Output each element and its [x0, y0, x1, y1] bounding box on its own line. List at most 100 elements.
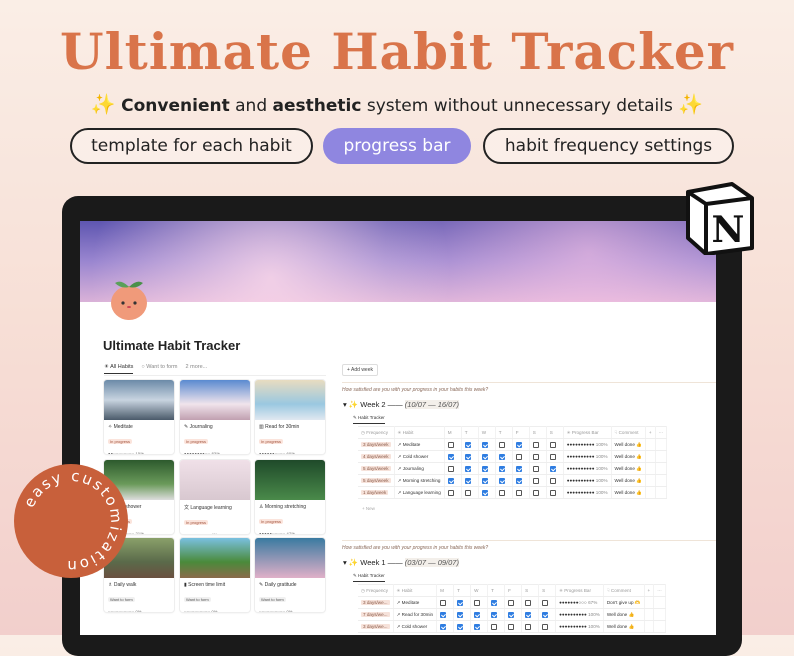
habit-card[interactable]: 文 Language learning In progress ○○○○○○○○○○…: [180, 460, 250, 534]
checkbox[interactable]: [549, 465, 556, 472]
checkbox[interactable]: [515, 477, 522, 484]
checkbox[interactable]: [549, 489, 556, 496]
habit-card[interactable]: ▥ Read for 30min In progress ●●●●●●○○○○ 60…: [255, 380, 325, 454]
checkbox[interactable]: [464, 489, 471, 496]
checkbox[interactable]: [498, 465, 505, 472]
checkbox[interactable]: [549, 441, 556, 448]
tab-habit-tracker[interactable]: ✎ Habit Tracker: [353, 573, 385, 582]
checkbox[interactable]: [532, 453, 539, 460]
habit-card[interactable]: ♙ Morning stretching In progress ●●●●●○○○○…: [255, 460, 325, 534]
frequency-cell[interactable]: 7 days/we...: [358, 608, 394, 621]
habit-cell[interactable]: ↗ Morning stretching: [394, 474, 445, 487]
frequency-cell[interactable]: 4 days/week: [358, 450, 395, 463]
habit-cell[interactable]: ↗ Cold shower: [394, 450, 445, 463]
checkbox[interactable]: [474, 599, 481, 606]
habit-card[interactable]: ✎ Journaling In progress ●●●●●●●●○○ 83%: [180, 380, 250, 454]
checkbox[interactable]: [549, 453, 556, 460]
checkbox[interactable]: [464, 441, 471, 448]
tab-more[interactable]: 2 more...: [186, 364, 208, 374]
habit-cell[interactable]: ↗ Language learning: [394, 486, 445, 499]
checkbox[interactable]: [447, 489, 454, 496]
checkbox[interactable]: [491, 599, 498, 606]
frequency-cell[interactable]: 1 day/week: [358, 486, 395, 499]
frequency-cell[interactable]: 3 days/week: [358, 438, 395, 451]
day-cell: [436, 596, 455, 609]
new-row-button[interactable]: + New: [362, 506, 375, 511]
week-heading[interactable]: ▾ ✨ Week 1 —— (03/07 — 09/07): [343, 558, 459, 567]
checkbox[interactable]: [474, 611, 481, 618]
frequency-cell[interactable]: 5 days/week: [358, 462, 395, 475]
checkbox[interactable]: [447, 441, 454, 448]
habit-cell[interactable]: ↗ Journaling: [394, 462, 445, 475]
checkbox[interactable]: [491, 623, 498, 630]
checkbox[interactable]: [498, 489, 505, 496]
checkbox[interactable]: [457, 623, 464, 630]
empty-cell: [653, 596, 666, 609]
checkbox[interactable]: [498, 441, 505, 448]
checkbox[interactable]: [457, 599, 464, 606]
checkbox[interactable]: [542, 623, 549, 630]
checkbox[interactable]: [498, 453, 505, 460]
checkbox[interactable]: [481, 441, 488, 448]
checkbox[interactable]: [464, 477, 471, 484]
day-column-header: S: [546, 426, 564, 439]
empty-cell: [653, 608, 666, 621]
checkbox[interactable]: [440, 623, 447, 630]
checkbox[interactable]: [481, 465, 488, 472]
checkbox[interactable]: [440, 599, 447, 606]
habit-cell[interactable]: ↗ Meditate: [393, 596, 438, 609]
habit-card[interactable]: ▮ Screen time limit Want to form ○○○○○○○○○…: [180, 538, 250, 612]
week-heading[interactable]: ▾ ✨ Week 2 —— (10/07 — 16/07): [343, 400, 459, 409]
habit-card[interactable]: ✧ Meditate In progress ●●○○○○○○○○ 15%: [104, 380, 174, 454]
checkbox[interactable]: [525, 599, 532, 606]
checkbox[interactable]: [481, 477, 488, 484]
checkbox[interactable]: [515, 465, 522, 472]
habit-card[interactable]: ✎ Daily gratitude Want to form ○○○○○○○○○○ …: [255, 538, 325, 612]
checkbox[interactable]: [464, 465, 471, 472]
checkbox[interactable]: [515, 441, 522, 448]
day-cell: [495, 450, 513, 463]
frequency-cell[interactable]: 5 days/week: [358, 474, 395, 487]
habit-cell[interactable]: ↗ Read for 30min: [393, 608, 438, 621]
checkbox[interactable]: [532, 441, 539, 448]
habit-cell[interactable]: ↗ Meditate: [394, 438, 445, 451]
checkbox[interactable]: [508, 599, 515, 606]
checkbox[interactable]: [532, 465, 539, 472]
checkbox[interactable]: [542, 611, 549, 618]
tab-habit-tracker[interactable]: ✎ Habit Tracker: [353, 415, 385, 424]
checkbox[interactable]: [464, 453, 471, 460]
checkbox[interactable]: [481, 489, 488, 496]
add-week-button[interactable]: + Add week: [342, 364, 378, 376]
checkbox[interactable]: [542, 599, 549, 606]
column-header[interactable]: ···: [653, 584, 666, 597]
frequency-cell[interactable]: 3 days/we...: [358, 620, 394, 633]
column-header[interactable]: +: [644, 584, 655, 597]
habit-cell[interactable]: ↗ Cold shower: [393, 620, 438, 633]
column-header: ✳ Habit: [394, 426, 445, 439]
column-header[interactable]: +: [645, 426, 656, 439]
checkbox[interactable]: [457, 611, 464, 618]
frequency-cell[interactable]: 3 days/we...: [358, 596, 394, 609]
checkbox[interactable]: [515, 489, 522, 496]
checkbox[interactable]: [498, 477, 505, 484]
tab-want-to-form[interactable]: ○ Want to form: [141, 364, 177, 374]
checkbox[interactable]: [447, 465, 454, 472]
checkbox[interactable]: [440, 611, 447, 618]
checkbox[interactable]: [481, 453, 488, 460]
checkbox[interactable]: [474, 623, 481, 630]
checkbox[interactable]: [532, 489, 539, 496]
column-header[interactable]: ···: [655, 426, 668, 439]
checkbox[interactable]: [447, 453, 454, 460]
checkbox[interactable]: [525, 611, 532, 618]
checkbox[interactable]: [525, 623, 532, 630]
checkbox[interactable]: [532, 477, 539, 484]
checkbox[interactable]: [515, 453, 522, 460]
habit-name: Read for 30min: [265, 424, 300, 430]
checkbox[interactable]: [549, 477, 556, 484]
habit-name: Language learning: [190, 505, 232, 511]
checkbox[interactable]: [491, 611, 498, 618]
checkbox[interactable]: [508, 623, 515, 630]
checkbox[interactable]: [508, 611, 515, 618]
tab-all-habits[interactable]: ☀ All Habits: [104, 364, 134, 374]
checkbox[interactable]: [447, 477, 454, 484]
